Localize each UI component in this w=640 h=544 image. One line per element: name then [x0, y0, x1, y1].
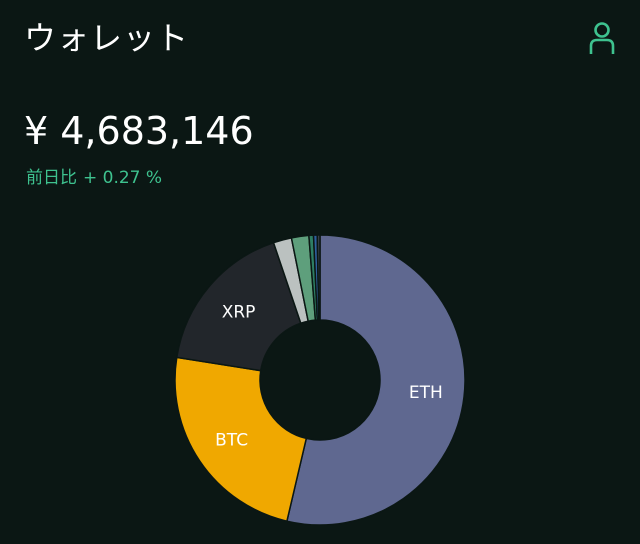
page-title: ウォレット [24, 19, 190, 57]
slice-label-xrp: XRP [222, 302, 256, 322]
total-balance: ¥ 4,683,146 [24, 109, 254, 153]
profile-button[interactable] [582, 18, 622, 58]
daily-change: 前日比 + 0.27 % [26, 165, 162, 191]
app-header: ウォレット [0, 0, 640, 80]
person-outline-icon [589, 22, 615, 54]
allocation-chart[interactable]: ETH BTC XRP [0, 220, 640, 544]
daily-change-label: 前日比 [26, 168, 77, 188]
daily-change-value: + 0.27 % [83, 168, 163, 188]
slice-label-eth: ETH [409, 383, 443, 403]
wallet-screen: ウォレット ¥ 4,683,146 前日比 + 0.27 % ETH BTC XRP [0, 0, 640, 544]
slice-label-btc: BTC [215, 430, 248, 450]
allocation-donut-chart[interactable]: ETH BTC XRP [0, 220, 640, 544]
